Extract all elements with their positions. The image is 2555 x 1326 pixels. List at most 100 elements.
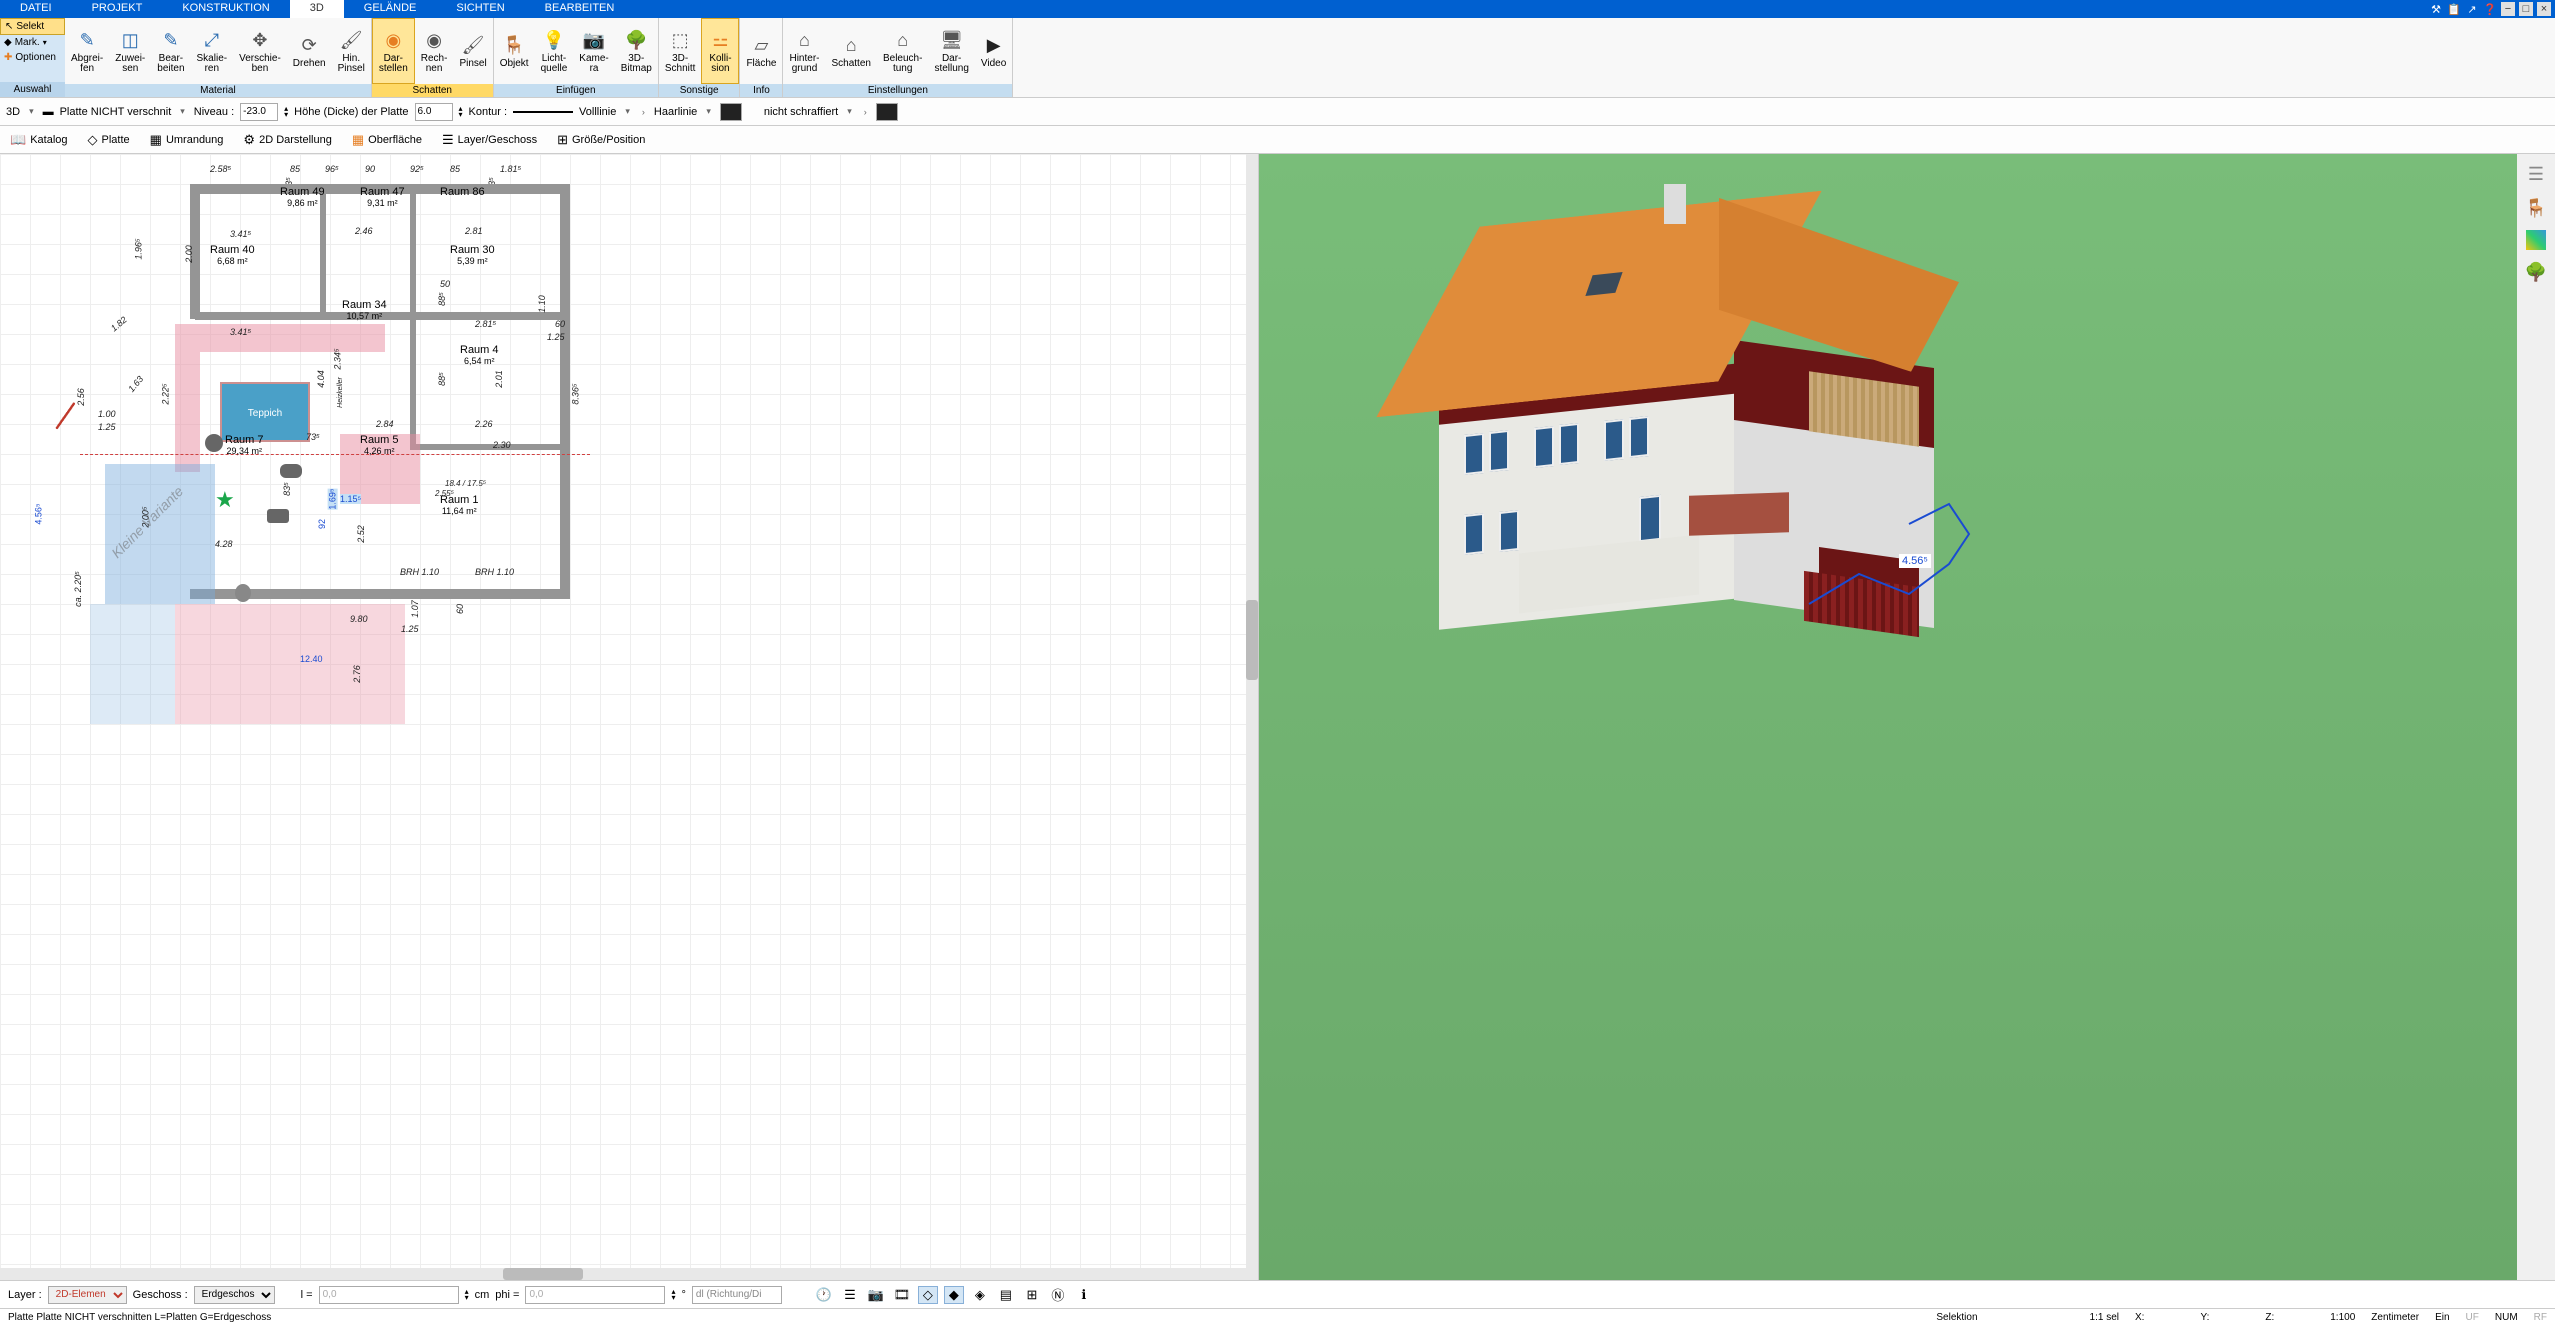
north-icon[interactable]: Ⓝ bbox=[1048, 1286, 1068, 1304]
mode-dropdown[interactable]: ▾ bbox=[26, 106, 37, 117]
geschoss-select[interactable]: Erdgeschos bbox=[194, 1286, 275, 1304]
drehen-button[interactable]: ⟳Drehen bbox=[287, 18, 332, 84]
wire-icon[interactable]: ◇ bbox=[918, 1286, 938, 1304]
length-spinner[interactable]: ▴▾ bbox=[465, 1289, 469, 1300]
cam-icon[interactable]: 📷 bbox=[866, 1286, 886, 1304]
dl-input[interactable] bbox=[692, 1286, 782, 1304]
arrow-icon[interactable]: ↗ bbox=[2465, 2, 2479, 16]
dim: 1.10 bbox=[537, 295, 547, 313]
layer-select[interactable]: 2D-Elemen bbox=[48, 1286, 127, 1304]
scrollbar-h[interactable] bbox=[0, 1268, 1258, 1280]
minimize-icon[interactable]: − bbox=[2501, 2, 2515, 16]
menu-bearbeiten[interactable]: BEARBEITEN bbox=[525, 0, 635, 18]
menu-projekt[interactable]: PROJEKT bbox=[72, 0, 163, 18]
menu-gelaende[interactable]: GELÄNDE bbox=[344, 0, 437, 18]
floorplan-view[interactable]: 2.58⁵ 85 96⁵ 90 92⁵ 85 1.81⁵ 53⁵ 53⁵ bbox=[0, 154, 1259, 1280]
dim: 88⁵ bbox=[437, 292, 447, 306]
layergeschoss-tab[interactable]: ☰Layer/Geschoss bbox=[438, 130, 541, 150]
dim: 2.46 bbox=[355, 226, 373, 236]
menu-konstruktion[interactable]: KONSTRUKTION bbox=[162, 0, 289, 18]
umrandung-tab[interactable]: ▦Umrandung bbox=[146, 130, 228, 150]
config-icon[interactable]: ⚒ bbox=[2429, 2, 2443, 16]
darstellung2d-tab[interactable]: ⚙2D Darstellung bbox=[239, 130, 335, 150]
menu-sichten[interactable]: SICHTEN bbox=[436, 0, 524, 18]
abgreifen-button[interactable]: ✎Abgrei- fen bbox=[65, 18, 109, 84]
hatch-icon[interactable]: ▤ bbox=[996, 1286, 1016, 1304]
menu-3d[interactable]: 3D bbox=[290, 0, 344, 18]
katalog-tab[interactable]: 📖Katalog bbox=[6, 130, 72, 150]
hintergrund-button[interactable]: ⌂Hinter- grund bbox=[783, 18, 825, 84]
kontur-expand[interactable]: › bbox=[639, 107, 648, 117]
platte-dropdown[interactable]: ▾ bbox=[177, 106, 188, 117]
dim: 2.22⁵ bbox=[161, 383, 171, 404]
oberflaeche-tab[interactable]: ▦Oberfläche bbox=[348, 130, 426, 150]
zuweisen-button[interactable]: ◫Zuwei- sen bbox=[109, 18, 151, 84]
length-input[interactable] bbox=[319, 1286, 459, 1304]
info-icon[interactable]: ℹ bbox=[1074, 1286, 1094, 1304]
shade-icon[interactable]: ◆ bbox=[944, 1286, 964, 1304]
verschieben-button[interactable]: ✥Verschie- ben bbox=[233, 18, 287, 84]
hoehe-spinner[interactable]: ▴▾ bbox=[459, 106, 463, 117]
phi-input[interactable] bbox=[525, 1286, 665, 1304]
dim: 1.00 bbox=[98, 409, 116, 419]
schraffiert-expand[interactable]: › bbox=[861, 107, 870, 117]
dim: BRH 1.10 bbox=[475, 567, 514, 577]
dim: 1.96⁵ bbox=[134, 238, 144, 259]
kontur-dropdown[interactable]: ▾ bbox=[622, 106, 633, 117]
darstellen-button[interactable]: ◉Dar- stellen bbox=[372, 18, 415, 84]
grid-icon[interactable]: ⊞ bbox=[1022, 1286, 1042, 1304]
room-5: Raum 54,26 m² bbox=[360, 434, 399, 456]
platte-tab[interactable]: ◇Platte bbox=[84, 130, 134, 150]
maximize-icon[interactable]: □ bbox=[2519, 2, 2533, 16]
schnitt3d-button[interactable]: ⬚3D- Schnitt bbox=[659, 18, 702, 84]
video-button[interactable]: ▶Video bbox=[975, 18, 1012, 84]
status-bar-info: Platte Platte NICHT verschnitten L=Platt… bbox=[0, 1308, 2555, 1326]
dim: 92 bbox=[317, 519, 327, 529]
x-label: X: bbox=[2135, 1312, 2144, 1323]
hoehe-input[interactable] bbox=[415, 103, 453, 121]
layers2-icon[interactable]: ☰ bbox=[840, 1286, 860, 1304]
lichtquelle-button[interactable]: 💡Licht- quelle bbox=[535, 18, 574, 84]
color2-swatch[interactable] bbox=[876, 103, 898, 121]
dim: 2.55⁵ bbox=[435, 489, 454, 498]
pinsel-button[interactable]: 🖌Pinsel bbox=[453, 18, 492, 84]
3d-view[interactable]: 4.56⁵ bbox=[1259, 154, 2517, 1280]
layers-icon[interactable]: ☰ bbox=[2524, 162, 2548, 186]
niveau-spinner[interactable]: ▴▾ bbox=[284, 106, 288, 117]
film-icon[interactable]: 🎞 bbox=[892, 1286, 912, 1304]
darstellung-button[interactable]: 🖥Dar- stellung bbox=[928, 18, 974, 84]
groesseposition-tab[interactable]: ⊞Größe/Position bbox=[553, 130, 649, 150]
close-icon[interactable]: × bbox=[2537, 2, 2551, 16]
phi-spinner[interactable]: ▴▾ bbox=[671, 1289, 675, 1300]
mark-button[interactable]: ◆Mark.▾ bbox=[0, 35, 65, 50]
skalieren-button[interactable]: ⤢Skalie- ren bbox=[191, 18, 234, 84]
flaeche-button[interactable]: ▱Fläche bbox=[740, 18, 782, 84]
menu-datei[interactable]: DATEI bbox=[0, 0, 72, 18]
chair-icon[interactable]: 🪑 bbox=[2524, 196, 2548, 220]
rechnen-button[interactable]: ◉Rech- nen bbox=[415, 18, 454, 84]
toilet-icon bbox=[205, 434, 223, 452]
hinpinsel-button[interactable]: 🖌Hin. Pinsel bbox=[332, 18, 371, 84]
kollision-button[interactable]: ⚍Kolli- sion bbox=[701, 18, 739, 84]
help-icon[interactable]: ❓ bbox=[2483, 2, 2497, 16]
niveau-input[interactable] bbox=[240, 103, 278, 121]
bitmap3d-button[interactable]: 🌳3D- Bitmap bbox=[615, 18, 658, 84]
haarlinie-dropdown[interactable]: ▾ bbox=[703, 106, 714, 117]
scrollbar-v[interactable] bbox=[1246, 154, 1258, 1268]
optionen-button[interactable]: ✚Optionen bbox=[0, 50, 65, 65]
color1-swatch[interactable] bbox=[720, 103, 742, 121]
objekt-button[interactable]: 🪑Objekt bbox=[494, 18, 535, 84]
scale-label: 1:100 bbox=[2330, 1312, 2355, 1323]
dim: 2.34⁵ bbox=[333, 348, 343, 369]
kamera-button[interactable]: 📷Kame- ra bbox=[573, 18, 614, 84]
clipboard-icon[interactable]: 📋 bbox=[2447, 2, 2461, 16]
bearbeiten-button[interactable]: ✎Bear- beiten bbox=[151, 18, 190, 84]
schatten2-button[interactable]: ⌂Schatten bbox=[825, 18, 876, 84]
clock-icon[interactable]: 🕐 bbox=[814, 1286, 834, 1304]
palette-icon[interactable] bbox=[2526, 230, 2546, 250]
render-icon[interactable]: ◈ bbox=[970, 1286, 990, 1304]
selekt-button[interactable]: ↖Selekt bbox=[0, 18, 65, 35]
schraffiert-dropdown[interactable]: ▾ bbox=[844, 106, 855, 117]
beleuchtung-button[interactable]: ⌂Beleuch- tung bbox=[877, 18, 928, 84]
tree-icon[interactable]: 🌳 bbox=[2524, 260, 2548, 284]
